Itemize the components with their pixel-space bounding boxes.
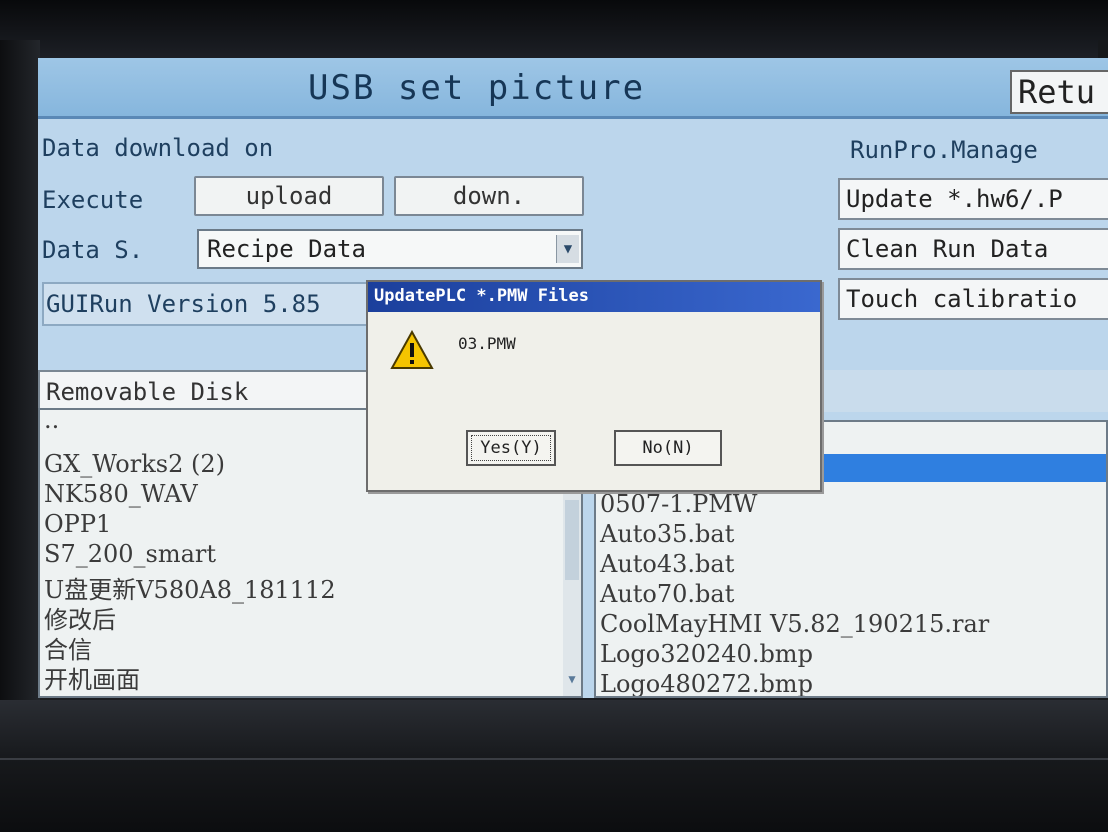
runpro-heading: RunPro.Manage <box>850 136 1038 164</box>
update-plc-dialog: UpdatePLC *.PMW Files 03.PMW Yes(Y) No(N… <box>366 280 822 492</box>
upload-button[interactable]: upload <box>194 176 384 216</box>
gui-version-box: GUIRun Version 5.85 <box>42 282 382 326</box>
chevron-down-icon[interactable]: ▼ <box>563 672 581 694</box>
data-source-label: Data S. <box>42 236 144 264</box>
hmi-screen: USB set picture Retu Data download on Ex… <box>38 58 1108 698</box>
list-item[interactable]: Auto35.bat <box>600 520 734 548</box>
drive-select-extension <box>818 370 1108 412</box>
monitor-bezel-left <box>0 40 40 720</box>
no-button[interactable]: No(N) <box>614 430 722 466</box>
dialog-title-bar[interactable]: UpdatePLC *.PMW Files <box>368 282 820 312</box>
touch-calibration-button[interactable]: Touch calibratio <box>838 278 1108 320</box>
list-item[interactable]: S7_200_smart <box>44 540 216 568</box>
selected-row-highlight <box>796 454 1106 482</box>
title-bar: USB set picture Retu <box>38 58 1108 119</box>
return-button[interactable]: Retu <box>1010 70 1108 114</box>
monitor-bezel-top <box>0 0 1108 60</box>
scroll-thumb[interactable] <box>565 500 579 580</box>
drive-value: Removable Disk <box>46 378 249 406</box>
yes-button[interactable]: Yes(Y) <box>466 430 556 466</box>
drive-select[interactable]: Removable Disk <box>38 370 398 412</box>
list-item[interactable]: GX_Works2 (2) <box>44 450 225 478</box>
list-item[interactable]: Auto43.bat <box>600 550 734 578</box>
list-item[interactable]: Logo480272.bmp <box>600 670 813 696</box>
data-download-heading: Data download on <box>42 134 274 162</box>
page-title: USB set picture <box>308 68 646 108</box>
execute-label: Execute <box>42 186 144 214</box>
list-item[interactable]: .. <box>44 410 59 434</box>
list-item[interactable]: OPP1 <box>44 510 111 538</box>
list-item[interactable]: Auto70.bat <box>600 580 734 608</box>
data-source-select[interactable]: Recipe Data ▼ <box>197 229 583 269</box>
warning-icon <box>390 330 434 369</box>
dialog-title: UpdatePLC *.PMW Files <box>374 286 589 306</box>
list-item[interactable]: NK580_WAV <box>44 480 198 508</box>
download-button[interactable]: down. <box>394 176 584 216</box>
runpro-manage-panel: RunPro.Manage Update *.hw6/.P Clean Run … <box>838 128 1108 348</box>
list-item[interactable]: Logo320240.bmp <box>600 640 813 668</box>
list-item[interactable]: 0507-1.PMW <box>600 490 757 518</box>
gui-version-text: GUIRun Version 5.85 <box>46 290 321 318</box>
monitor-frame-edge <box>0 758 1108 760</box>
chevron-down-icon[interactable]: ▼ <box>556 235 579 263</box>
clean-run-data-button[interactable]: Clean Run Data <box>838 228 1108 270</box>
list-item[interactable]: 开机画面 <box>44 660 140 695</box>
monitor-bezel-bottom <box>0 700 1108 832</box>
list-item[interactable]: CoolMayHMI V5.82_190215.rar <box>600 610 989 638</box>
data-source-value: Recipe Data <box>207 235 366 263</box>
update-hw6-button[interactable]: Update *.hw6/.P <box>838 178 1108 220</box>
dialog-message: 03.PMW <box>458 334 516 353</box>
